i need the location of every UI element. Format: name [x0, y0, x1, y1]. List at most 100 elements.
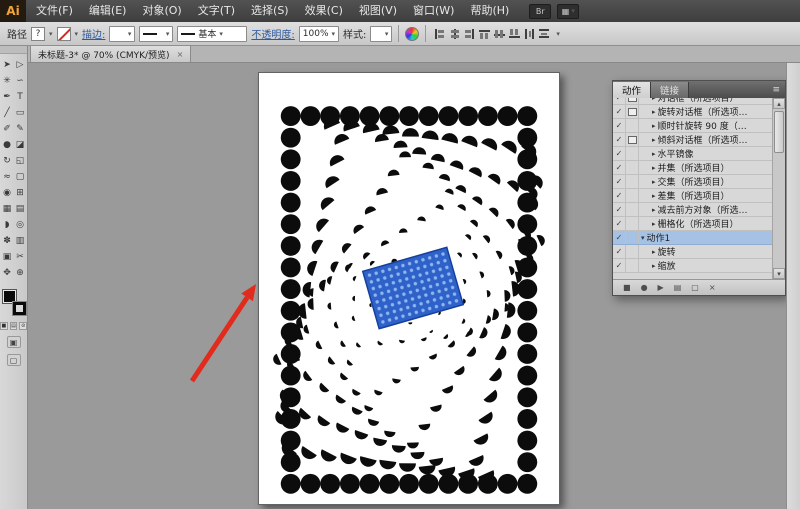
brush-definition-select[interactable]: 基本▾ — [177, 26, 247, 42]
paintbrush-tool[interactable]: ✐ — [1, 121, 14, 137]
panel-menu-icon[interactable]: ≡ — [767, 85, 785, 95]
action-check-icon[interactable]: ✓ — [613, 119, 626, 132]
action-check-icon[interactable]: ✓ — [613, 105, 626, 118]
stop-icon[interactable]: ■ — [623, 284, 631, 292]
symbol-sprayer-tool[interactable]: ✽ — [1, 233, 14, 249]
action-row[interactable]: ✓▸对话框（所选项目） — [613, 98, 772, 105]
dock-collapse-icon[interactable]: ◂◂ — [791, 51, 795, 509]
action-check-icon[interactable]: ✓ — [613, 189, 626, 202]
action-row[interactable]: ✓▸交集（所选项目） — [613, 175, 772, 189]
eyedropper-tool[interactable]: ◗ — [1, 217, 14, 233]
action-expand-icon[interactable]: ▸ — [652, 178, 656, 186]
action-expand-icon[interactable]: ▸ — [652, 248, 656, 256]
gradient-tool[interactable]: ▤ — [14, 201, 27, 217]
action-dialog-toggle[interactable] — [626, 217, 639, 230]
action-check-icon[interactable]: ✓ — [613, 217, 626, 230]
action-check-icon[interactable]: ✓ — [613, 133, 626, 146]
stroke-color-swatch[interactable] — [57, 27, 71, 41]
right-dock[interactable]: ◂◂ — [786, 46, 800, 509]
action-expand-icon[interactable]: ▾ — [641, 234, 645, 242]
zoom-tool[interactable]: ⊕ — [14, 265, 27, 281]
distribute-hcenter-icon[interactable] — [523, 28, 536, 40]
hand-tool[interactable]: ✥ — [1, 265, 14, 281]
action-check-icon[interactable]: ✓ — [613, 231, 626, 244]
action-dialog-toggle[interactable] — [626, 245, 639, 258]
menu-item-2[interactable]: 对象(O) — [134, 0, 189, 22]
action-check-icon[interactable]: ✓ — [613, 245, 626, 258]
menu-item-5[interactable]: 效果(C) — [297, 0, 351, 22]
pen-tool[interactable]: ✒ — [1, 89, 14, 105]
align-top-icon[interactable] — [478, 28, 491, 40]
action-expand-icon[interactable]: ▸ — [652, 192, 656, 200]
play-icon[interactable]: ▶ — [658, 284, 664, 292]
shape-builder-tool[interactable]: ◉ — [1, 185, 14, 201]
tools-panel-grip[interactable] — [0, 46, 27, 54]
width-tool[interactable]: ≈ — [1, 169, 14, 185]
column-graph-tool[interactable]: ▥ — [14, 233, 27, 249]
action-row[interactable]: ✓▸倾斜对话框（所选项… — [613, 133, 772, 147]
line-segment-tool[interactable]: ╱ — [1, 105, 14, 121]
action-expand-icon[interactable]: ▸ — [652, 206, 656, 214]
action-dialog-toggle[interactable] — [626, 259, 639, 272]
action-dialog-toggle[interactable] — [626, 119, 639, 132]
menu-item-4[interactable]: 选择(S) — [243, 0, 297, 22]
artboard-tool[interactable]: ▣ — [1, 249, 14, 265]
style-select[interactable]: ▾ — [370, 26, 392, 42]
stroke-swatch[interactable] — [13, 302, 26, 315]
gradient-button[interactable]: ▤ — [10, 322, 18, 330]
tab-actions[interactable]: 动作 — [613, 82, 651, 98]
document-tab[interactable]: 未标题-3* @ 70% (CMYK/预览) × — [30, 45, 191, 62]
fill-stroke-indicator[interactable] — [1, 289, 27, 316]
scroll-up-icon[interactable]: ▴ — [773, 98, 785, 109]
action-dialog-toggle[interactable] — [626, 189, 639, 202]
fill-caret-icon[interactable]: ▾ — [49, 30, 53, 38]
menu-item-1[interactable]: 编辑(E) — [81, 0, 135, 22]
menu-item-6[interactable]: 视图(V) — [351, 0, 405, 22]
stroke-panel-link[interactable]: 描边: — [82, 26, 105, 41]
blend-tool[interactable]: ◎ — [14, 217, 27, 233]
action-dialog-toggle[interactable] — [626, 133, 639, 146]
recolor-artwork-icon[interactable] — [405, 27, 419, 41]
action-dialog-toggle[interactable] — [626, 147, 639, 160]
action-row[interactable]: ✓▸旋转 — [613, 245, 772, 259]
action-expand-icon[interactable]: ▸ — [652, 98, 656, 102]
rectangle-tool[interactable]: ▭ — [14, 105, 27, 121]
action-row[interactable]: ✓▸并集（所选项目） — [613, 161, 772, 175]
action-check-icon[interactable]: ✓ — [613, 161, 626, 174]
action-dialog-toggle[interactable] — [626, 98, 639, 104]
scroll-down-icon[interactable]: ▾ — [773, 268, 785, 279]
action-check-icon[interactable]: ✓ — [613, 259, 626, 272]
menu-item-7[interactable]: 窗口(W) — [405, 0, 462, 22]
eraser-tool[interactable]: ◪ — [14, 137, 27, 153]
align-bottom-icon[interactable] — [508, 28, 521, 40]
action-row[interactable]: ✓▸顺时针旋转 90 度（… — [613, 119, 772, 133]
scroll-thumb[interactable] — [774, 111, 784, 153]
selection-tool[interactable]: ➤ — [1, 57, 14, 73]
distribute-vcenter-icon[interactable] — [538, 28, 551, 40]
action-check-icon[interactable]: ✓ — [613, 175, 626, 188]
actions-scrollbar[interactable]: ▴ ▾ — [772, 98, 785, 279]
direct-selection-tool[interactable]: ▷ — [14, 57, 27, 73]
action-expand-icon[interactable]: ▸ — [652, 164, 656, 172]
align-left-icon[interactable] — [433, 28, 446, 40]
new-action-icon[interactable]: ▢ — [691, 284, 699, 292]
align-vmiddle-icon[interactable] — [493, 28, 506, 40]
action-expand-icon[interactable]: ▸ — [652, 136, 656, 144]
perspective-grid-tool[interactable]: ⊞ — [14, 185, 27, 201]
fill-color-swatch[interactable]: ? — [31, 27, 45, 41]
screen-mode-button[interactable]: ▢ — [7, 354, 21, 366]
action-dialog-toggle[interactable] — [626, 175, 639, 188]
opacity-select[interactable]: 100%▾ — [299, 26, 339, 42]
record-icon[interactable]: ● — [641, 284, 648, 292]
action-row[interactable]: ✓▸减去前方对象（所选… — [613, 203, 772, 217]
artboard[interactable] — [258, 72, 560, 505]
stroke-caret-icon[interactable]: ▾ — [75, 30, 79, 38]
delete-icon[interactable]: × — [709, 284, 716, 292]
action-row[interactable]: ✓▸旋转对话框（所选项… — [613, 105, 772, 119]
action-expand-icon[interactable]: ▸ — [652, 122, 656, 130]
width-profile-select[interactable]: ▾ — [139, 26, 173, 42]
lasso-tool[interactable]: ∽ — [14, 73, 27, 89]
action-row[interactable]: ✓▸缩放 — [613, 259, 772, 273]
tab-close-icon[interactable]: × — [177, 50, 184, 59]
opacity-link[interactable]: 不透明度: — [251, 26, 294, 41]
